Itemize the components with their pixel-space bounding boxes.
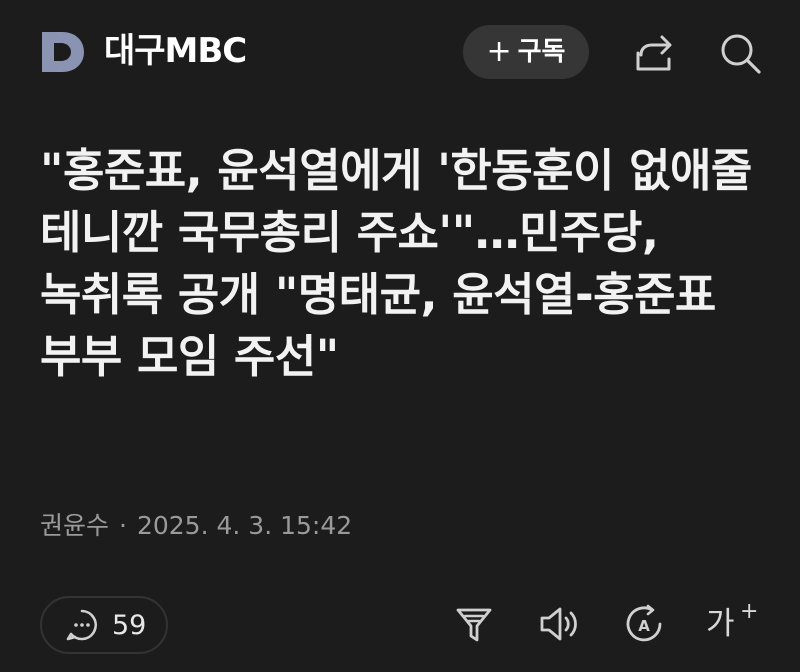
speaker-icon[interactable] bbox=[537, 602, 581, 646]
plus-icon: + bbox=[740, 599, 759, 624]
header: 대구MBC + 구독 bbox=[0, 0, 800, 104]
author-name[interactable]: 권윤수 bbox=[40, 511, 109, 540]
font-size-button[interactable]: 가 + bbox=[706, 599, 758, 648]
font-size-label: 가 bbox=[706, 606, 735, 642]
article-page: 대구MBC + 구독 "홍준표, 윤석열에게 '한동훈이 없애줄 테니깐 국무총… bbox=[0, 0, 800, 672]
article-meta: 권윤수 · 2025. 4. 3. 15:42 bbox=[40, 510, 352, 542]
search-icon[interactable] bbox=[718, 31, 762, 75]
comment-button[interactable]: 59 bbox=[40, 596, 168, 654]
subscribe-button[interactable]: + 구독 bbox=[463, 25, 589, 79]
comment-icon bbox=[66, 609, 98, 641]
svg-text:A: A bbox=[638, 617, 650, 635]
translate-icon[interactable]: A bbox=[622, 602, 666, 646]
plus-icon: + bbox=[486, 34, 512, 69]
comment-count: 59 bbox=[112, 609, 147, 641]
subscribe-label: 구독 bbox=[517, 37, 566, 67]
meta-separator: · bbox=[119, 511, 127, 540]
d-logo-icon[interactable] bbox=[40, 30, 86, 74]
publish-date: 2025. 4. 3. 15:42 bbox=[136, 511, 353, 540]
article-headline: "홍준표, 윤석열에게 '한동훈이 없애줄 테니깐 국무총리 주쇼'"…민주당,… bbox=[40, 144, 752, 383]
share-icon[interactable] bbox=[632, 31, 676, 75]
summary-icon[interactable] bbox=[452, 602, 496, 646]
brand-name[interactable]: 대구MBC bbox=[104, 29, 247, 73]
